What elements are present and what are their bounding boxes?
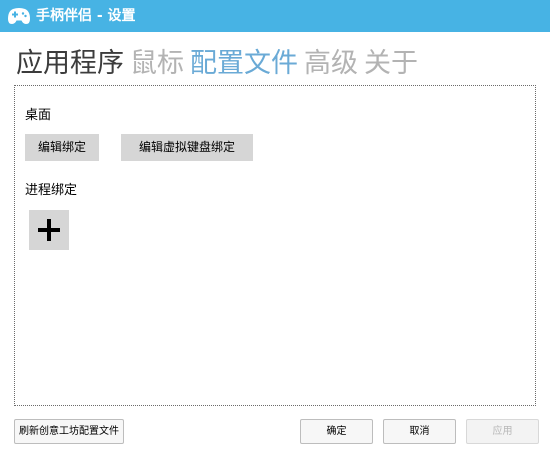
cancel-button[interactable]: 取消 (383, 419, 456, 444)
tab-mouse[interactable]: 鼠标 (130, 44, 184, 84)
tab-applications[interactable]: 应用程序 (16, 44, 124, 84)
process-bindings-label: 进程绑定 (25, 183, 78, 198)
title-bar: 手柄伴侣 - 设置 (0, 0, 550, 32)
apply-button[interactable]: 应用 (466, 419, 539, 444)
tab-about[interactable]: 关于 (364, 44, 418, 84)
desktop-label: 桌面 (25, 108, 52, 123)
add-process-binding-button[interactable] (29, 210, 69, 250)
edit-bindings-button[interactable]: 编辑绑定 (25, 134, 99, 161)
applications-panel: 桌面 编辑绑定 编辑虚拟键盘绑定 进程绑定 (14, 85, 536, 406)
gamepad-icon (8, 8, 30, 24)
refresh-workshop-profiles-button[interactable]: 刷新创意工坊配置文件 (14, 419, 124, 444)
tab-profiles[interactable]: 配置文件 (190, 44, 298, 84)
ok-button[interactable]: 确定 (300, 419, 373, 444)
tab-bar: 应用程序 鼠标 配置文件 高级 关于 (16, 44, 424, 84)
edit-virtual-keyboard-button[interactable]: 编辑虚拟键盘绑定 (121, 134, 253, 161)
window-title: 手柄伴侣 - 设置 (36, 8, 136, 24)
tab-advanced[interactable]: 高级 (304, 44, 358, 84)
